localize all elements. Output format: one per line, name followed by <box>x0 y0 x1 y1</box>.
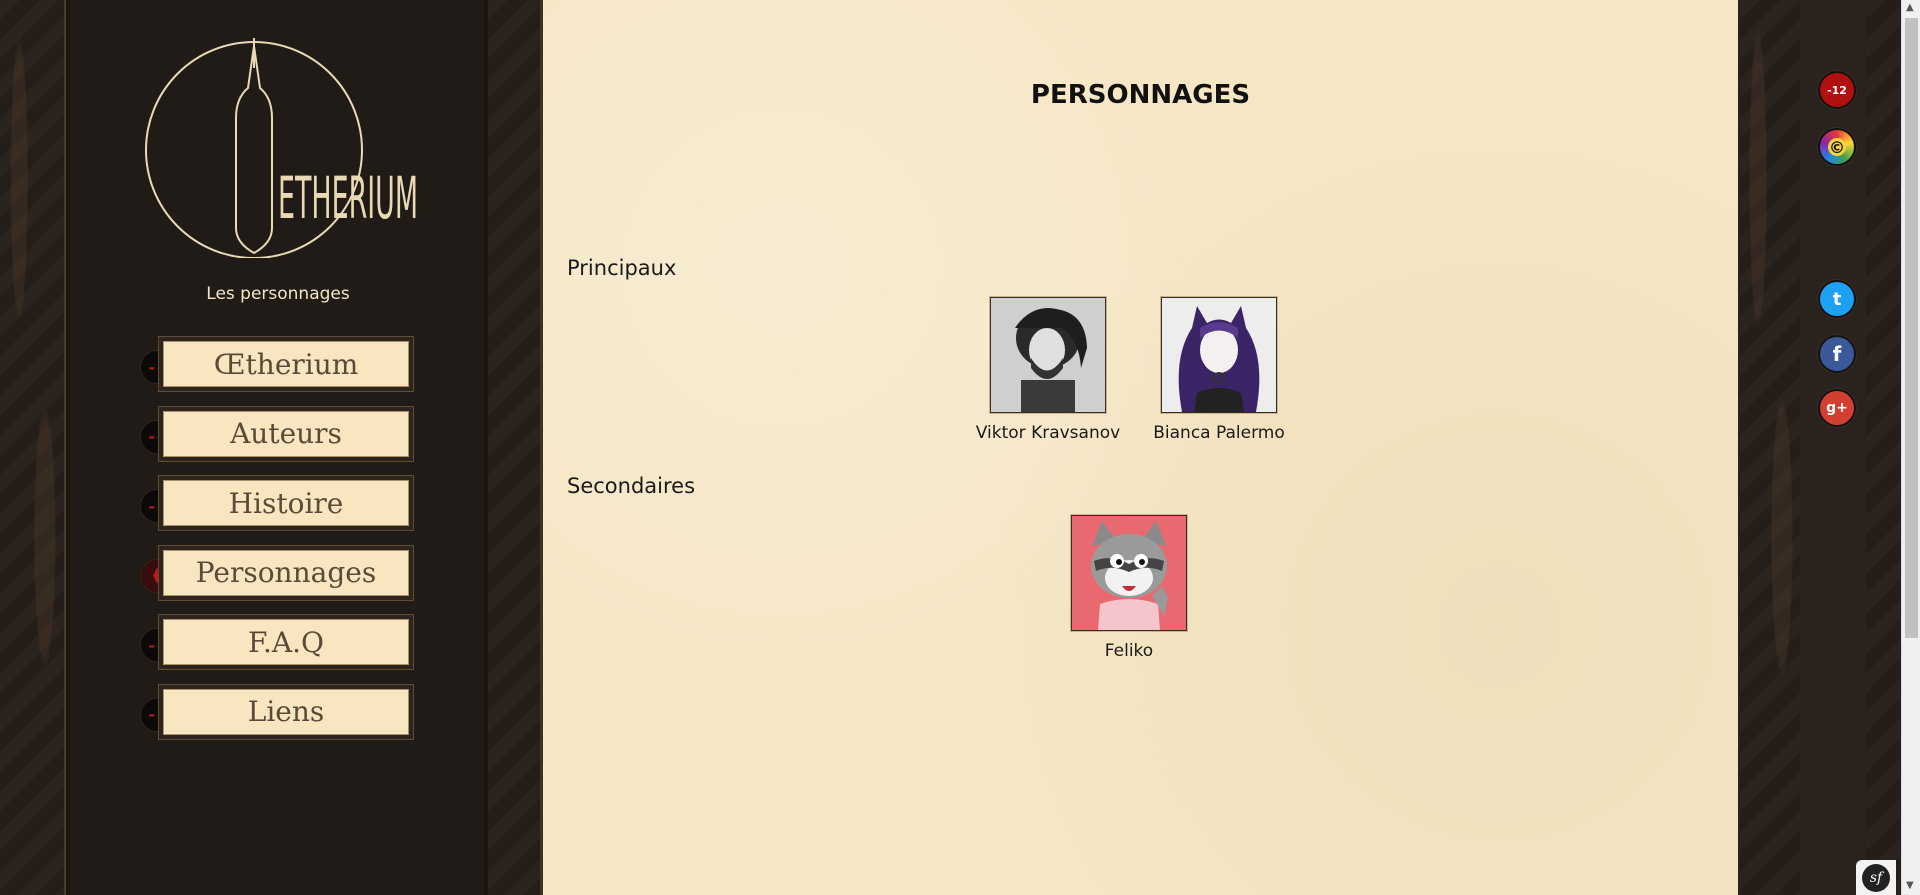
nav-button-personnages[interactable]: Personnages <box>158 544 414 601</box>
nav-button-auteurs[interactable]: Auteurs <box>158 405 414 462</box>
viktor-portrait[interactable] <box>990 297 1106 413</box>
nav-button-faq[interactable]: F.A.Q <box>158 614 414 670</box>
nav-button-liens[interactable]: Liens <box>158 683 414 740</box>
character-name[interactable]: Viktor Kravsanov <box>963 423 1133 443</box>
character-card-bianca[interactable]: Bianca Palermo <box>1134 297 1304 443</box>
nav-label: Œtherium <box>163 341 409 387</box>
facebook-icon[interactable]: f <box>1820 337 1854 371</box>
sidebar-ornate-border <box>488 0 543 895</box>
nav-button-histoire[interactable]: Histoire <box>158 475 414 531</box>
nav-button-etherium[interactable]: Œtherium <box>158 336 414 392</box>
nav-label: F.A.Q <box>163 619 409 665</box>
etherium-logo[interactable]: ETHERIUM <box>142 38 422 258</box>
right-ornate-border <box>1740 0 1800 895</box>
svg-text:ETHERIUM: ETHERIUM <box>278 164 418 232</box>
vertical-scrollbar[interactable]: ▲ ▼ <box>1901 0 1920 895</box>
feliko-portrait[interactable] <box>1071 515 1187 631</box>
nav-item-liens[interactable]: -- Liens <box>140 683 416 742</box>
character-name[interactable]: Bianca Palermo <box>1134 423 1304 443</box>
nav-item-auteurs[interactable]: -- Auteurs <box>140 405 416 464</box>
main-nav: -- Œtherium -- Auteurs -- Histoire Perso… <box>140 336 420 753</box>
nav-item-personnages[interactable]: Personnages <box>140 544 416 603</box>
nav-label: Liens <box>163 688 409 735</box>
scrollbar-thumb[interactable] <box>1905 18 1918 638</box>
section-title-principaux: Principaux <box>567 256 677 280</box>
symfony-icon: sf <box>1862 863 1890 892</box>
page-subtitle: Les personnages <box>206 284 350 304</box>
left-ornate-border <box>0 0 64 895</box>
nav-label: Histoire <box>163 480 409 526</box>
nav-label: Auteurs <box>163 410 409 457</box>
twitter-icon[interactable]: t <box>1820 282 1854 316</box>
page-title: PERSONNAGES <box>1030 80 1251 110</box>
copyright-icon[interactable]: © <box>1820 130 1854 164</box>
sidebar: ETHERIUM Les personnages -- Œtherium -- … <box>64 0 490 895</box>
nav-item-etherium[interactable]: -- Œtherium <box>140 336 416 394</box>
nav-item-faq[interactable]: -- F.A.Q <box>140 614 416 672</box>
age-rating-icon[interactable]: -12 <box>1820 73 1854 107</box>
main-content: PERSONNAGES Principaux Viktor Kravsanov <box>543 0 1738 895</box>
far-right-ornate-border <box>1866 0 1900 895</box>
character-card-feliko[interactable]: Feliko <box>1044 515 1214 661</box>
symfony-debug-toolbar-toggle[interactable]: sf <box>1856 860 1896 895</box>
bianca-portrait[interactable] <box>1161 297 1277 413</box>
character-card-viktor[interactable]: Viktor Kravsanov <box>963 297 1133 443</box>
nav-item-histoire[interactable]: -- Histoire <box>140 475 416 533</box>
character-name[interactable]: Feliko <box>1044 641 1214 661</box>
scroll-up-icon[interactable]: ▲ <box>1906 2 1914 13</box>
section-title-secondaires: Secondaires <box>567 474 696 498</box>
googleplus-icon[interactable]: g+ <box>1820 391 1854 425</box>
scroll-down-icon[interactable]: ▼ <box>1906 880 1914 891</box>
nav-label: Personnages <box>163 549 409 596</box>
